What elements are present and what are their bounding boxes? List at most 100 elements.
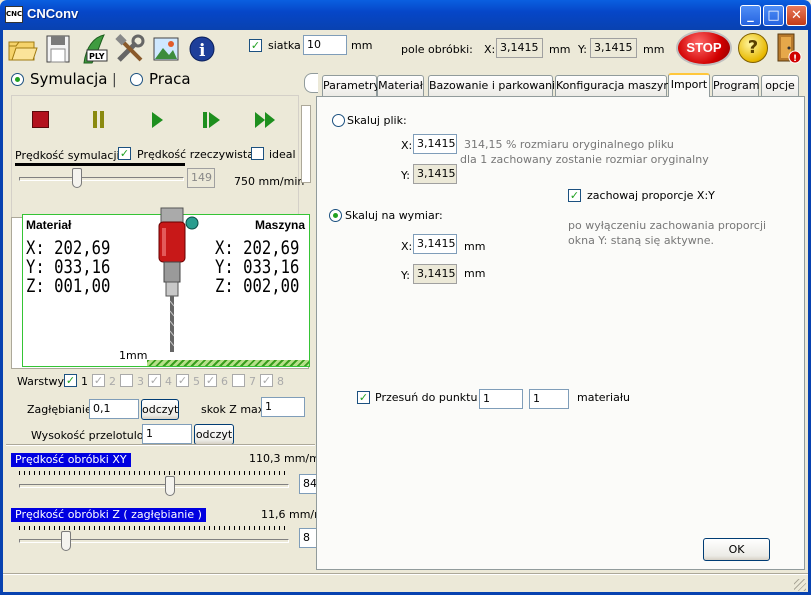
stop-button[interactable]: STOP (676, 30, 732, 66)
shift-y-input[interactable]: 1 (529, 389, 569, 409)
fast-forward-icon[interactable] (253, 111, 279, 129)
work-label: Praca (149, 70, 191, 88)
minimize-button[interactable]: _ (740, 5, 761, 26)
shift-x-input[interactable]: 1 (479, 389, 523, 409)
save-disk-icon[interactable] (42, 33, 74, 65)
close-button[interactable]: ✕ (786, 5, 807, 26)
open-folder-icon[interactable] (6, 33, 38, 65)
travel-height-input[interactable]: 1 (142, 424, 192, 444)
feed-xy-track (19, 484, 289, 488)
import-tab-panel: Skaluj plik: X: 3,1415 314,15 % rozmiaru… (316, 96, 805, 570)
help-icon[interactable]: ? (738, 33, 768, 63)
feed-xy-label: Prędkość obróbki XY (11, 453, 131, 467)
tab-2[interactable]: Materiał (377, 75, 424, 96)
work-radio[interactable] (130, 73, 143, 86)
file-y-field: 3,1415 (413, 164, 457, 184)
simulation-radio[interactable] (11, 73, 24, 86)
keep-ratio-checkbox[interactable]: ✓ (568, 189, 581, 202)
grid-label: siatka (268, 39, 301, 52)
left-panel: Symulacja | Praca Prędkość symulacji ✓ P… (3, 67, 335, 577)
feed-z-ticks (19, 526, 289, 530)
scale-file-radio[interactable] (332, 114, 345, 127)
dim-x-unit: mm (464, 240, 486, 253)
tab-scroll-left[interactable] (304, 73, 318, 93)
material-hatch (147, 360, 309, 366)
sim-speed-thumb[interactable] (71, 168, 82, 188)
svg-text:PLY: PLY (89, 52, 105, 61)
layer-label-2: 2 (109, 375, 116, 388)
tab-1[interactable]: Parametry (322, 75, 380, 96)
layer-checkbox-5[interactable]: ✓ (176, 374, 189, 387)
toolbar: PLY i ✓ siatka 10 mm pole obróbki: X: 3,… (3, 30, 808, 67)
tab-3[interactable]: Bazowanie i parkowanie (428, 75, 562, 96)
feed-z-label: Prędkość obróbki Z ( zagłębianie ) (11, 508, 206, 522)
shift-suffix: materiału (577, 391, 630, 404)
sim-speed-value: 149 (187, 168, 215, 188)
depth-read-button[interactable]: odczyt (141, 399, 179, 420)
area-y-label: Y: (578, 43, 587, 56)
separator (6, 444, 315, 446)
exit-door-icon[interactable]: ! (773, 32, 803, 64)
feed-z-track (19, 539, 289, 543)
ply-file-icon[interactable]: PLY (78, 33, 110, 65)
grid-checkbox[interactable]: ✓ (249, 39, 262, 52)
ideal-label: ideal (269, 148, 296, 161)
file-info-line1: 314,15 % rozmiaru oryginalnego pliku (464, 138, 674, 151)
ratio-info-line2: okna Y: staną się aktywne. (568, 234, 714, 247)
material-title: Materiał (26, 218, 72, 232)
dim-x-input[interactable]: 3,1415 (413, 234, 457, 254)
feed-z-thumb[interactable] (60, 531, 71, 551)
layer-checkbox-8[interactable]: ✓ (260, 374, 273, 387)
travel-read-button[interactable]: odczyt (194, 424, 234, 445)
real-speed-checkbox[interactable]: ✓ (118, 147, 131, 160)
sim-speed-bar (15, 163, 185, 166)
shift-checkbox[interactable]: ✓ (357, 391, 370, 404)
feed-xy-thumb[interactable] (164, 476, 175, 496)
layer-label-3: 3 (137, 375, 144, 388)
tools-icon[interactable] (114, 33, 146, 65)
scale-label: 1mm (119, 349, 148, 362)
scale-file-label: Skaluj plik: (347, 114, 407, 127)
grid-input[interactable]: 10 (303, 35, 347, 55)
layer-checkbox-1[interactable]: ✓ (64, 374, 77, 387)
depth-input[interactable]: 0,1 (89, 399, 139, 419)
mode-separator: | (112, 72, 117, 88)
ok-button[interactable]: OK (703, 538, 770, 561)
ratio-info-line1: po wyłączeniu zachowania proporcji (568, 219, 767, 232)
tab-4[interactable]: Konfiguracja maszyny (555, 75, 677, 96)
tab-7[interactable]: opcje (761, 75, 799, 96)
step-forward-icon[interactable] (201, 111, 223, 129)
scale-dim-radio[interactable] (329, 209, 342, 222)
title-bar[interactable]: CNC CNConv _ □ ✕ (0, 0, 811, 30)
layer-checkbox-7[interactable] (232, 374, 245, 387)
picture-icon[interactable] (150, 33, 182, 65)
info-icon[interactable]: i (186, 33, 218, 65)
tab-5[interactable]: Import (668, 73, 710, 97)
depth-label: Zagłębianie (27, 403, 92, 416)
real-speed-label: Prędkość rzeczywista (137, 148, 254, 161)
file-x-input[interactable]: 3,1415 (413, 134, 457, 154)
pause-icon[interactable] (91, 111, 107, 129)
layer-checkbox-3[interactable] (120, 374, 133, 387)
layer-checkbox-2[interactable]: ✓ (92, 374, 105, 387)
layer-label-8: 8 (277, 375, 284, 388)
zstep-input[interactable]: 1 (261, 397, 305, 417)
stop-sim-icon[interactable] (32, 111, 49, 128)
sim-speed-label: Prędkość symulacji (15, 149, 120, 162)
layer-label-7: 7 (249, 375, 256, 388)
layer-checkbox-4[interactable]: ✓ (148, 374, 161, 387)
ideal-checkbox[interactable] (251, 147, 264, 160)
svg-text:!: ! (793, 54, 797, 64)
tab-6[interactable]: Program (712, 75, 759, 96)
layer-checkbox-6[interactable]: ✓ (204, 374, 217, 387)
area-x-unit: mm (549, 43, 571, 56)
file-x-label: X: (401, 139, 413, 152)
resize-grip[interactable] (794, 579, 806, 591)
layer-label-4: 4 (165, 375, 172, 388)
file-y-label: Y: (401, 169, 410, 182)
play-icon[interactable] (149, 111, 165, 129)
maximize-button[interactable]: □ (763, 5, 784, 26)
simulation-label: Symulacja (30, 70, 108, 88)
scale-dim-label: Skaluj na wymiar: (345, 209, 443, 222)
zstep-label: skok Z max. (201, 403, 268, 416)
